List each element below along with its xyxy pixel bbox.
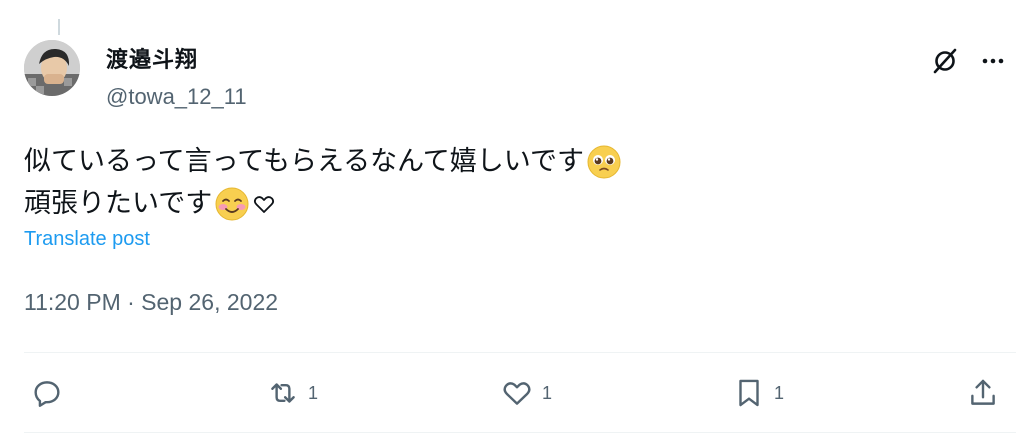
- repost-icon: [271, 383, 295, 403]
- post-text-line-1-content: 似ているって言ってもらえるなんて嬉しいです: [24, 146, 584, 177]
- repost-button[interactable]: 1: [266, 374, 318, 412]
- avatar[interactable]: [24, 40, 80, 96]
- reply-icon: [34, 381, 60, 407]
- reply-button[interactable]: [30, 374, 72, 412]
- white-heart-emoji-icon: [254, 196, 275, 213]
- divider-bottom: [24, 432, 1016, 433]
- heart-icon: [503, 382, 531, 405]
- divider-top: [24, 352, 1016, 353]
- post-text-line-1: 似ているって言ってもらえるなんて嬉しいです: [24, 141, 974, 183]
- post-timestamp[interactable]: 11:20 PM · Sep 26, 2022: [24, 289, 278, 316]
- like-count: 1: [542, 382, 553, 403]
- share-button[interactable]: [966, 374, 1000, 412]
- bookmark-button[interactable]: 1: [732, 374, 784, 412]
- bookmark-count: 1: [774, 382, 785, 403]
- share-icon: [971, 379, 995, 405]
- thread-connector-line: [58, 19, 60, 35]
- avatar-image: [24, 40, 80, 96]
- repost-count: 1: [308, 382, 319, 403]
- like-button[interactable]: 1: [500, 374, 552, 412]
- bookmark-icon: [739, 379, 759, 407]
- author-display-name[interactable]: 渡邉斗翔: [106, 42, 198, 74]
- post-text: 似ているって言ってもらえるなんて嬉しいです 頑張りたいです: [24, 141, 974, 225]
- more-options-icon[interactable]: [978, 46, 1008, 76]
- grok-icon[interactable]: [930, 46, 960, 76]
- author-handle[interactable]: @towa_12_11: [106, 84, 247, 110]
- post-text-line-2: 頑張りたいです: [24, 183, 974, 225]
- smiling-face-with-blush-emoji-icon: [215, 187, 249, 221]
- post-text-line-2-content: 頑張りたいです: [24, 188, 213, 219]
- pleading-face-emoji-icon: [587, 145, 621, 179]
- translate-post-link[interactable]: Translate post: [24, 228, 150, 251]
